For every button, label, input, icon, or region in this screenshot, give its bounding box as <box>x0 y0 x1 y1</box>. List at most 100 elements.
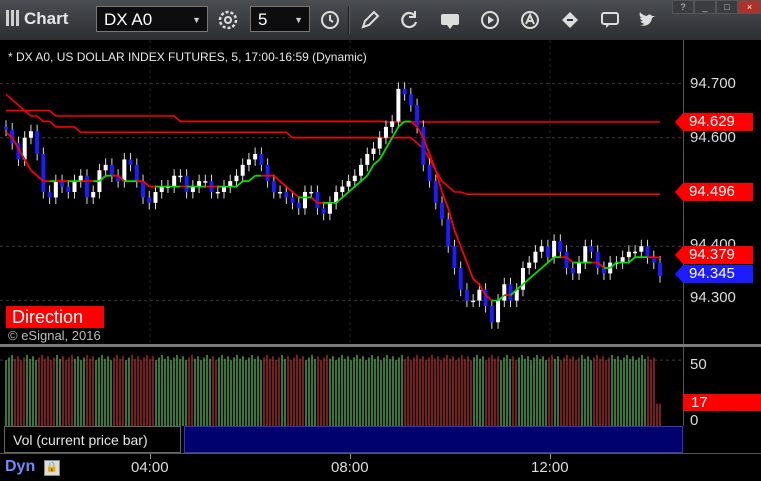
volume-scale[interactable]: 50 0 <box>683 347 761 429</box>
play-icon[interactable] <box>478 8 502 32</box>
toolbar: Chart DX A0 ▼ 5 ▼ ? _ □ × <box>0 0 761 41</box>
candle-body <box>645 246 650 258</box>
ma-segment <box>453 229 462 247</box>
candle-body <box>259 154 264 165</box>
candle-body <box>446 219 451 247</box>
candle-body <box>545 246 550 258</box>
maximize-button[interactable]: □ <box>716 0 738 14</box>
price-chart[interactable] <box>0 40 683 344</box>
ma-segment <box>534 267 543 275</box>
candle-body <box>533 251 538 263</box>
candle-body <box>28 131 33 138</box>
pencil-icon[interactable] <box>358 8 382 32</box>
candle-body <box>278 192 283 194</box>
candle-body <box>402 88 407 95</box>
candle-body <box>477 289 482 301</box>
bars-icon <box>6 10 20 26</box>
minimize-button[interactable]: _ <box>694 0 716 14</box>
candle-body <box>35 131 40 154</box>
candle-body <box>433 181 438 203</box>
ma-segment <box>341 191 350 199</box>
volume-tick: 50 <box>690 356 707 373</box>
time-axis[interactable]: Dyn 🔒 04:00 08:00 12:00 <box>0 453 761 481</box>
candle-body <box>377 137 382 149</box>
twitter-icon[interactable] <box>636 8 660 32</box>
candle-body <box>458 268 463 290</box>
price-plot[interactable] <box>0 40 683 344</box>
ma-segment <box>347 185 356 193</box>
candle-body <box>421 126 426 165</box>
candle-body <box>321 208 326 214</box>
candle-body <box>595 251 600 268</box>
refresh-icon[interactable] <box>397 8 421 32</box>
chevron-down-icon[interactable]: ▼ <box>192 7 201 33</box>
ma-segment <box>279 180 287 188</box>
volume-legend[interactable]: Vol (current price bar) × <box>4 426 191 453</box>
candle-body <box>626 251 631 258</box>
candle-body <box>639 246 644 252</box>
candle-body <box>577 262 582 274</box>
comment-icon[interactable] <box>598 8 622 32</box>
candle-body <box>427 164 432 182</box>
price-tag-upper: 94.629 <box>675 113 753 131</box>
candle-body <box>496 300 501 323</box>
lock-icon[interactable]: 🔒 <box>44 460 60 476</box>
ma-segment <box>391 126 400 139</box>
candle-body <box>215 192 220 194</box>
candle-body <box>147 197 152 203</box>
symbol-input[interactable]: DX A0 ▼ <box>96 6 208 32</box>
candle-body <box>527 262 532 268</box>
ma-segment <box>360 175 368 182</box>
time-tick: 08:00 <box>331 459 369 476</box>
candle-body <box>352 175 357 182</box>
candle-body <box>84 175 89 198</box>
ma-segment <box>653 256 661 259</box>
candle-body <box>365 154 370 165</box>
link-icon[interactable] <box>558 8 582 32</box>
dyn-label[interactable]: Dyn <box>5 458 35 476</box>
ma-segment <box>628 256 636 264</box>
study-bar[interactable] <box>184 426 683 453</box>
candle-body <box>558 240 563 252</box>
volume-plot[interactable] <box>0 347 683 426</box>
interval-input[interactable]: 5 ▼ <box>250 6 310 32</box>
scale-corner <box>683 426 761 453</box>
get-icon[interactable] <box>438 8 462 32</box>
ma-segment <box>372 158 381 166</box>
candle-body <box>203 181 208 183</box>
close-button[interactable]: × <box>738 0 761 14</box>
candle-body <box>408 94 413 106</box>
candle-body <box>371 148 376 154</box>
candle-body <box>315 192 320 209</box>
clock-icon[interactable] <box>318 8 342 32</box>
volume-tag: 17 <box>683 394 761 411</box>
ma-segment <box>30 169 38 177</box>
candle-body <box>539 246 544 252</box>
candle-body <box>452 246 457 268</box>
candle-body <box>4 126 8 130</box>
ma-segment <box>385 137 393 150</box>
candle-body <box>658 262 662 277</box>
ma-segment <box>285 185 294 193</box>
direction-label[interactable]: Direction <box>6 306 104 328</box>
gear-icon[interactable] <box>216 8 240 32</box>
time-tick: 04:00 <box>131 459 169 476</box>
help-button[interactable]: ? <box>672 0 694 14</box>
a-icon[interactable] <box>518 8 542 32</box>
candle-body <box>253 154 258 160</box>
price-tick: 94.300 <box>690 289 736 306</box>
ma-segment <box>23 158 32 171</box>
candle-body <box>122 159 127 182</box>
candle-body <box>502 284 507 301</box>
upper-band-line <box>6 109 660 123</box>
candle-body <box>396 88 401 122</box>
candle-body <box>271 181 276 192</box>
chevron-down-icon[interactable]: ▼ <box>294 7 303 33</box>
volume-chart[interactable] <box>0 347 683 426</box>
ma-segment <box>472 278 480 285</box>
toolbar-divider <box>348 6 350 34</box>
price-tag-middle: 94.496 <box>675 183 753 201</box>
candle-body <box>302 192 307 209</box>
ma-segment <box>273 175 281 182</box>
candle-body <box>66 186 71 192</box>
